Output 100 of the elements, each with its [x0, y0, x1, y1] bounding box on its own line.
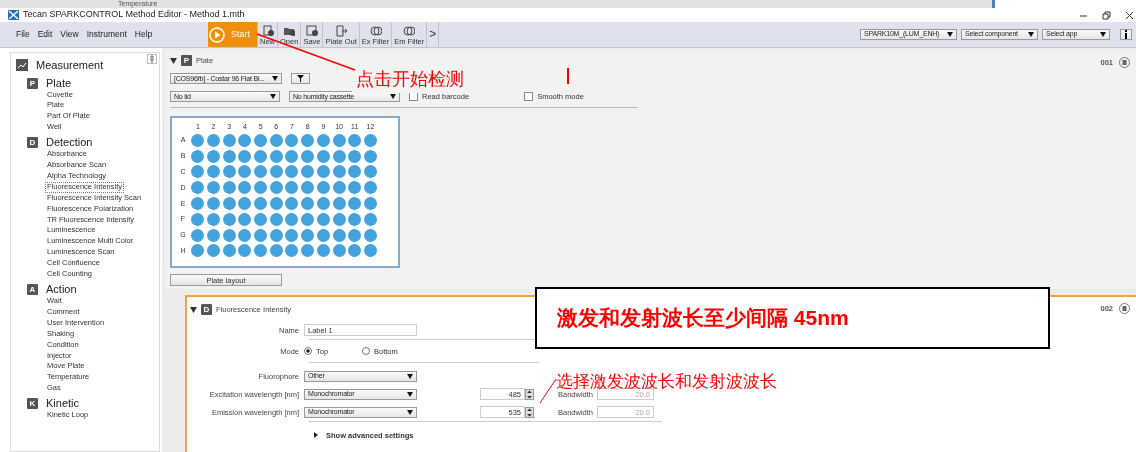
well[interactable] — [238, 212, 252, 226]
well[interactable] — [285, 244, 299, 258]
well[interactable] — [207, 244, 221, 258]
well[interactable] — [238, 181, 252, 195]
well[interactable] — [191, 197, 205, 211]
filter-button[interactable] — [291, 73, 310, 85]
checkbox[interactable] — [524, 92, 534, 102]
well[interactable] — [316, 212, 330, 226]
well[interactable] — [316, 197, 330, 211]
well[interactable] — [222, 197, 236, 211]
well[interactable] — [285, 149, 299, 163]
collapse-arrow-icon[interactable] — [170, 57, 177, 64]
well[interactable] — [332, 133, 346, 147]
well[interactable] — [348, 228, 362, 242]
well[interactable] — [222, 244, 236, 258]
menu-item[interactable]: View — [60, 28, 79, 41]
well[interactable] — [191, 149, 205, 163]
well[interactable] — [301, 149, 315, 163]
well[interactable] — [269, 197, 283, 211]
well[interactable] — [269, 212, 283, 226]
menu-item[interactable]: Instrument — [86, 28, 127, 41]
info-button[interactable] — [1120, 29, 1132, 40]
well[interactable] — [191, 133, 205, 147]
well[interactable] — [191, 244, 205, 258]
well[interactable] — [207, 212, 221, 226]
well[interactable] — [254, 181, 268, 195]
well[interactable] — [285, 165, 299, 179]
well[interactable] — [191, 228, 205, 242]
well[interactable] — [348, 165, 362, 179]
spinner-icon[interactable] — [525, 406, 534, 418]
well[interactable] — [191, 181, 205, 195]
well[interactable] — [363, 149, 377, 163]
well[interactable] — [238, 149, 252, 163]
well[interactable] — [301, 244, 315, 258]
well[interactable] — [316, 165, 330, 179]
well[interactable] — [285, 228, 299, 242]
well[interactable] — [238, 165, 252, 179]
well[interactable] — [348, 197, 362, 211]
well[interactable] — [363, 197, 377, 211]
well[interactable] — [207, 228, 221, 242]
well[interactable] — [269, 165, 283, 179]
close-icon[interactable] — [1125, 10, 1134, 20]
well[interactable] — [332, 244, 346, 258]
well[interactable] — [222, 165, 236, 179]
well[interactable] — [316, 149, 330, 163]
restore-icon[interactable] — [1102, 10, 1111, 20]
well[interactable] — [222, 133, 236, 147]
well[interactable] — [348, 244, 362, 258]
well[interactable] — [254, 165, 268, 179]
well[interactable] — [269, 149, 283, 163]
well[interactable] — [363, 165, 377, 179]
well[interactable] — [222, 212, 236, 226]
well[interactable] — [207, 133, 221, 147]
well[interactable] — [238, 133, 252, 147]
well[interactable] — [332, 165, 346, 179]
well[interactable] — [348, 133, 362, 147]
more-button[interactable]: > — [427, 22, 440, 47]
well[interactable] — [348, 212, 362, 226]
well[interactable] — [363, 133, 377, 147]
well[interactable] — [285, 181, 299, 195]
collapse-arrow-icon[interactable] — [190, 306, 197, 313]
pin-icon[interactable] — [147, 54, 157, 64]
well[interactable] — [348, 181, 362, 195]
well[interactable] — [269, 133, 283, 147]
menu-item[interactable]: Help — [134, 28, 153, 41]
well[interactable] — [285, 133, 299, 147]
well[interactable] — [207, 165, 221, 179]
well[interactable] — [238, 197, 252, 211]
well[interactable] — [269, 181, 283, 195]
well[interactable] — [301, 228, 315, 242]
well[interactable] — [238, 228, 252, 242]
well[interactable] — [301, 133, 315, 147]
well[interactable] — [316, 228, 330, 242]
well[interactable] — [222, 149, 236, 163]
well[interactable] — [254, 244, 268, 258]
well[interactable] — [254, 228, 268, 242]
well[interactable] — [238, 244, 252, 258]
well[interactable] — [207, 197, 221, 211]
well[interactable] — [332, 197, 346, 211]
well[interactable] — [207, 181, 221, 195]
well[interactable] — [301, 197, 315, 211]
well[interactable] — [363, 228, 377, 242]
well[interactable] — [332, 181, 346, 195]
well[interactable] — [254, 133, 268, 147]
well[interactable] — [316, 181, 330, 195]
well[interactable] — [316, 133, 330, 147]
well[interactable] — [254, 197, 268, 211]
well[interactable] — [285, 212, 299, 226]
well[interactable] — [363, 181, 377, 195]
radio-icon[interactable] — [362, 347, 370, 356]
well[interactable] — [222, 181, 236, 195]
well[interactable] — [301, 181, 315, 195]
well[interactable] — [285, 197, 299, 211]
well[interactable] — [332, 212, 346, 226]
well[interactable] — [301, 165, 315, 179]
well[interactable] — [301, 212, 315, 226]
well[interactable] — [269, 228, 283, 242]
well[interactable] — [348, 149, 362, 163]
radio-selected-icon[interactable] — [304, 347, 312, 356]
well[interactable] — [254, 149, 268, 163]
